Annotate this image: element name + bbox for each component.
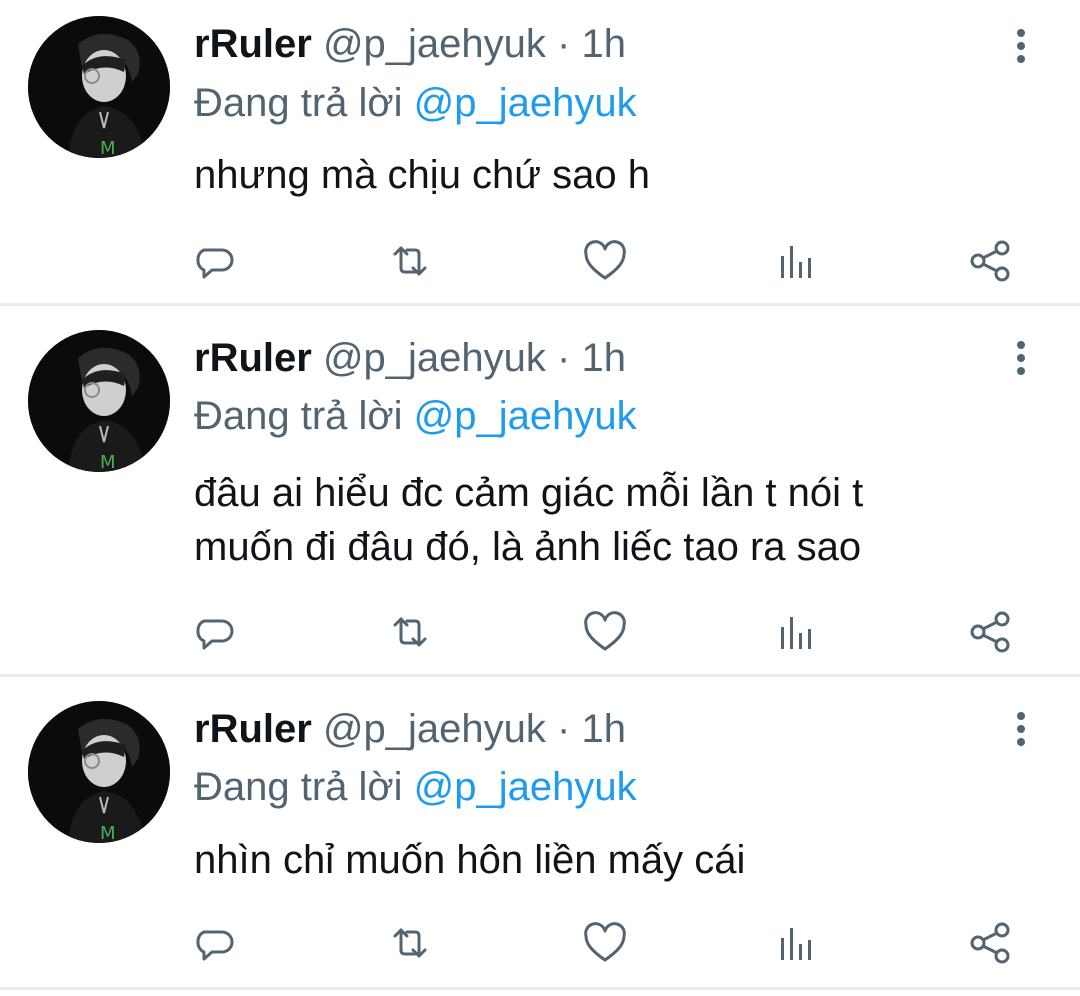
replying-mention-link[interactable]: @p_jaehyuk: [414, 394, 637, 438]
timestamp[interactable]: 1h: [581, 707, 626, 751]
tweet-actions: [0, 236, 1080, 286]
replying-to-line: Đang trả lời @p_jaehyuk: [194, 393, 637, 439]
user-handle[interactable]: @p_jaehyuk: [323, 707, 546, 751]
avatar-image: M: [28, 701, 170, 843]
tweet-feed: M rRuler @p_jaehyuk · 1h Đang trả lời @p…: [0, 0, 1080, 996]
share-icon[interactable]: [966, 918, 1016, 968]
replying-to-line: Đang trả lời @p_jaehyuk: [194, 80, 637, 126]
analytics-icon[interactable]: [774, 918, 824, 968]
retweet-icon[interactable]: [385, 236, 435, 286]
replying-prefix: Đang trả lời: [194, 765, 403, 809]
tweet-header: rRuler @p_jaehyuk · 1h: [194, 22, 626, 66]
share-icon[interactable]: [966, 607, 1016, 657]
tweet-text: đâu ai hiểu đc cảm giác mỗi lần t nói t …: [194, 471, 864, 569]
display-name[interactable]: rRuler: [194, 22, 312, 66]
tweet-header: rRuler @p_jaehyuk · 1h: [194, 336, 626, 380]
reply-icon[interactable]: [190, 918, 240, 968]
svg-text:M: M: [100, 823, 116, 843]
replying-to-line: Đang trả lời @p_jaehyuk: [194, 764, 637, 810]
tweet-actions: [0, 607, 1080, 657]
replying-mention-link[interactable]: @p_jaehyuk: [414, 81, 637, 125]
analytics-icon[interactable]: [774, 607, 824, 657]
separator-dot: ·: [557, 22, 571, 66]
avatar[interactable]: M: [28, 701, 170, 843]
display-name[interactable]: rRuler: [194, 336, 312, 380]
tweet[interactable]: M rRuler @p_jaehyuk · 1h Đang trả lời @p…: [0, 306, 1080, 677]
replying-mention-link[interactable]: @p_jaehyuk: [414, 765, 637, 809]
heart-icon[interactable]: [580, 918, 630, 968]
separator-dot: ·: [557, 707, 571, 751]
avatar[interactable]: M: [28, 330, 170, 472]
tweet-actions: [0, 918, 1080, 968]
tweet-header: rRuler @p_jaehyuk · 1h: [194, 707, 626, 751]
avatar-image: M: [28, 16, 170, 158]
avatar-image: M: [28, 330, 170, 472]
heart-icon[interactable]: [580, 607, 630, 657]
separator-dot: ·: [557, 336, 571, 380]
replying-prefix: Đang trả lời: [194, 394, 403, 438]
reply-icon[interactable]: [190, 607, 240, 657]
user-handle[interactable]: @p_jaehyuk: [323, 22, 546, 66]
replying-prefix: Đang trả lời: [194, 81, 403, 125]
timestamp[interactable]: 1h: [581, 22, 626, 66]
more-vertical-icon[interactable]: [1006, 707, 1036, 751]
heart-icon[interactable]: [580, 236, 630, 286]
user-handle[interactable]: @p_jaehyuk: [323, 336, 546, 380]
analytics-icon[interactable]: [774, 236, 824, 286]
share-icon[interactable]: [966, 236, 1016, 286]
avatar[interactable]: M: [28, 16, 170, 158]
reply-icon[interactable]: [190, 236, 240, 286]
svg-text:M: M: [100, 452, 116, 472]
tweet[interactable]: M rRuler @p_jaehyuk · 1h Đang trả lời @p…: [0, 0, 1080, 306]
tweet-text: nhìn chỉ muốn hôn liền mấy cái: [194, 838, 746, 882]
tweet[interactable]: M rRuler @p_jaehyuk · 1h Đang trả lời @p…: [0, 677, 1080, 990]
svg-text:M: M: [100, 138, 116, 158]
more-vertical-icon[interactable]: [1006, 336, 1036, 380]
retweet-icon[interactable]: [385, 607, 435, 657]
more-vertical-icon[interactable]: [1006, 24, 1036, 68]
tweet-text: nhưng mà chịu chứ sao h: [194, 153, 651, 197]
display-name[interactable]: rRuler: [194, 707, 312, 751]
retweet-icon[interactable]: [385, 918, 435, 968]
timestamp[interactable]: 1h: [581, 336, 626, 380]
